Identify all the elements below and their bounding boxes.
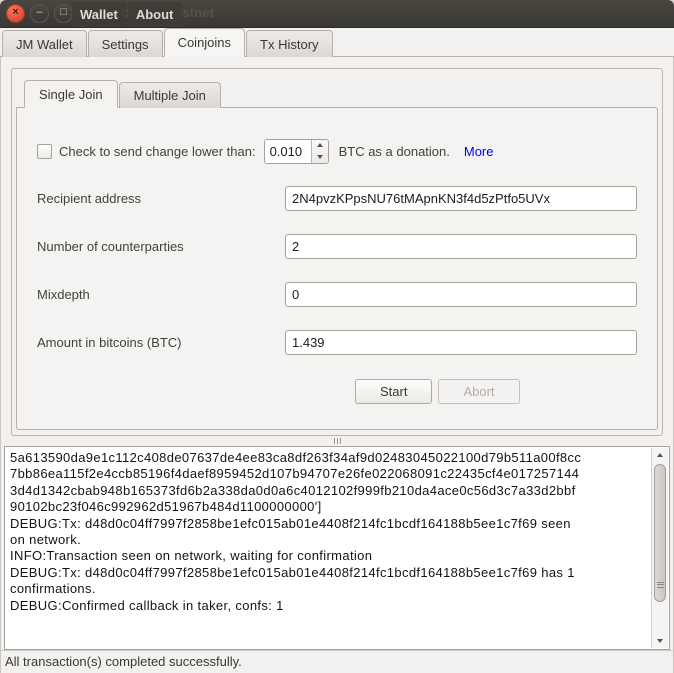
mixdepth-row: Mixdepth — [37, 281, 637, 307]
log-line: 5a613590da9e1c112c408de07637de4ee83ca8df… — [10, 450, 645, 466]
mixdepth-label: Mixdepth — [37, 287, 285, 302]
minimize-icon: – — [36, 7, 42, 18]
splitter-handle[interactable] — [1, 436, 673, 446]
log-line: 7bb86ea115f2e4ccb85196f4daef8959452d107b… — [10, 466, 645, 482]
recipient-address-input[interactable] — [285, 186, 637, 211]
tab-jm-wallet[interactable]: JM Wallet — [2, 30, 87, 57]
counterparties-input[interactable] — [285, 234, 637, 259]
tab-tx-history[interactable]: Tx History — [246, 30, 333, 57]
donation-suffix-label: BTC as a donation. — [339, 144, 450, 159]
donation-amount-input[interactable] — [265, 140, 311, 163]
tab-coinjoins[interactable]: Coinjoins — [164, 28, 245, 57]
log-output[interactable]: 5a613590da9e1c112c408de07637de4ee83ca8df… — [4, 446, 670, 650]
scroll-up-icon[interactable] — [652, 448, 668, 462]
log-line: INFO:Transaction seen on network, waitin… — [10, 548, 645, 564]
main-tabbar: JM Wallet Settings Coinjoins Tx History — [0, 28, 674, 57]
log-line: 3d4d1342cbab948b165373fd6b2a338da0d0a6c4… — [10, 483, 645, 499]
action-buttons: Start Abort — [355, 379, 637, 404]
spin-up-button[interactable] — [312, 140, 328, 152]
scrollbar-track[interactable] — [652, 462, 668, 634]
log-scrollbar[interactable] — [651, 448, 668, 648]
status-message: All transaction(s) completed successfull… — [5, 654, 242, 669]
close-icon: × — [12, 7, 18, 18]
log-line: on network. — [10, 532, 645, 548]
donation-checkbox[interactable] — [37, 144, 52, 159]
coinjoin-frame: Single Join Multiple Join Check to send … — [11, 68, 663, 436]
recipient-row: Recipient address — [37, 185, 637, 211]
counterparties-label: Number of counterparties — [37, 239, 285, 254]
scrollbar-thumb[interactable] — [654, 464, 666, 602]
log-line: DEBUG:Tx: d48d0c04ff7997f2858be1efc015ab… — [10, 516, 645, 532]
single-join-pane: Check to send change lower than: BTC as … — [16, 107, 658, 430]
menu-wallet[interactable]: Wallet — [72, 2, 126, 27]
arrow-down-icon — [317, 155, 323, 159]
splitter-grip-icon — [333, 438, 342, 444]
log-line: DEBUG:Tx: d48d0c04ff7997f2858be1efc015ab… — [10, 565, 645, 581]
donation-row: Check to send change lower than: BTC as … — [37, 138, 637, 164]
scroll-down-icon[interactable] — [652, 634, 668, 648]
titlebar: × – □ JoinMarketQt - Testnet Wallet Abou… — [0, 0, 674, 28]
tab-multiple-join[interactable]: Multiple Join — [119, 82, 221, 108]
tab-settings[interactable]: Settings — [88, 30, 163, 57]
arrow-up-icon — [317, 143, 323, 147]
mixdepth-input[interactable] — [285, 282, 637, 307]
log-line: 90102bc23f046c992962d51967b484d110000000… — [10, 499, 645, 515]
spin-buttons — [311, 140, 328, 163]
scrollbar-grip-icon — [657, 580, 664, 589]
start-button[interactable]: Start — [355, 379, 432, 404]
recipient-label: Recipient address — [37, 191, 285, 206]
abort-button[interactable]: Abort — [438, 379, 519, 404]
join-tabbar: Single Join Multiple Join — [16, 80, 658, 108]
coinjoins-page: Single Join Multiple Join Check to send … — [0, 57, 674, 673]
tab-single-join[interactable]: Single Join — [24, 80, 118, 108]
spin-down-button[interactable] — [312, 151, 328, 163]
more-link[interactable]: More — [464, 144, 494, 159]
menu-about[interactable]: About — [128, 2, 182, 27]
log-line: confirmations. — [10, 581, 645, 597]
close-button[interactable]: × — [6, 4, 25, 23]
counterparties-row: Number of counterparties — [37, 233, 637, 259]
amount-label: Amount in bitcoins (BTC) — [37, 335, 285, 350]
maximize-icon: □ — [60, 7, 67, 18]
amount-row: Amount in bitcoins (BTC) — [37, 329, 637, 355]
menubar: Wallet About — [72, 0, 181, 28]
donation-checkbox-label: Check to send change lower than: — [59, 144, 256, 159]
minimize-button[interactable]: – — [30, 4, 49, 23]
amount-input[interactable] — [285, 330, 637, 355]
log-line: DEBUG:Confirmed callback in taker, confs… — [10, 598, 645, 614]
donation-amount-spinbox — [264, 139, 329, 164]
status-bar: All transaction(s) completed successfull… — [1, 650, 673, 672]
app-window: × – □ JoinMarketQt - Testnet Wallet Abou… — [0, 0, 674, 673]
